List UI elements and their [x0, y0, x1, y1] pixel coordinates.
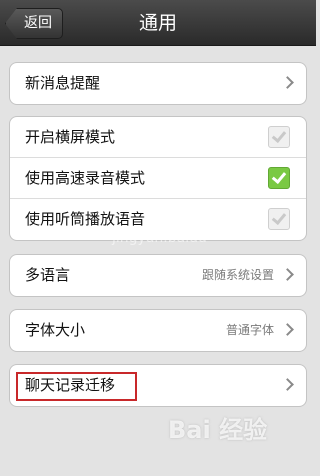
font-size-group: 字体大小 普通字体 [9, 309, 307, 352]
language-item[interactable]: 多语言 跟随系统设置 [10, 255, 306, 296]
row-label: 使用高速录音模式 [25, 169, 146, 187]
high-speed-recording-item[interactable]: 使用高速录音模式 [10, 158, 306, 199]
row-label: 新消息提醒 [25, 74, 101, 92]
checkmark-icon [271, 127, 287, 144]
chevron-right-icon [281, 378, 294, 391]
new-message-alert-item[interactable]: 新消息提醒 [10, 63, 306, 104]
notification-group: 新消息提醒 [9, 62, 307, 105]
row-value: 普通字体 [225, 323, 274, 337]
chevron-right-icon [281, 76, 294, 89]
earpiece-playback-checkbox[interactable] [268, 208, 290, 230]
row-label: 字体大小 [25, 321, 86, 339]
back-button[interactable]: 返回 [5, 8, 63, 39]
font-size-item[interactable]: 字体大小 普通字体 [10, 310, 306, 351]
mode-settings-group: 开启横屏模式 使用高速录音模式 使用听筒播放语音 [9, 116, 307, 241]
watermark-text: jingyan.baidu [112, 230, 207, 246]
red-highlight-annotation [16, 372, 137, 401]
row-label: 多语言 [25, 266, 71, 284]
landscape-mode-checkbox[interactable] [268, 126, 290, 148]
baidu-watermark: Bai 经验 [168, 416, 268, 444]
row-value: 跟随系统设置 [201, 268, 274, 282]
high-speed-recording-checkbox[interactable] [268, 167, 290, 189]
landscape-mode-item[interactable]: 开启横屏模式 [10, 117, 306, 158]
row-label: 开启横屏模式 [25, 128, 116, 146]
navigation-bar: 通用 返回 [0, 0, 316, 46]
chevron-right-icon [281, 268, 294, 281]
checkmark-icon [271, 209, 287, 226]
chevron-right-icon [281, 323, 294, 336]
language-group: 多语言 跟随系统设置 [9, 254, 307, 297]
checkmark-icon [271, 168, 287, 185]
